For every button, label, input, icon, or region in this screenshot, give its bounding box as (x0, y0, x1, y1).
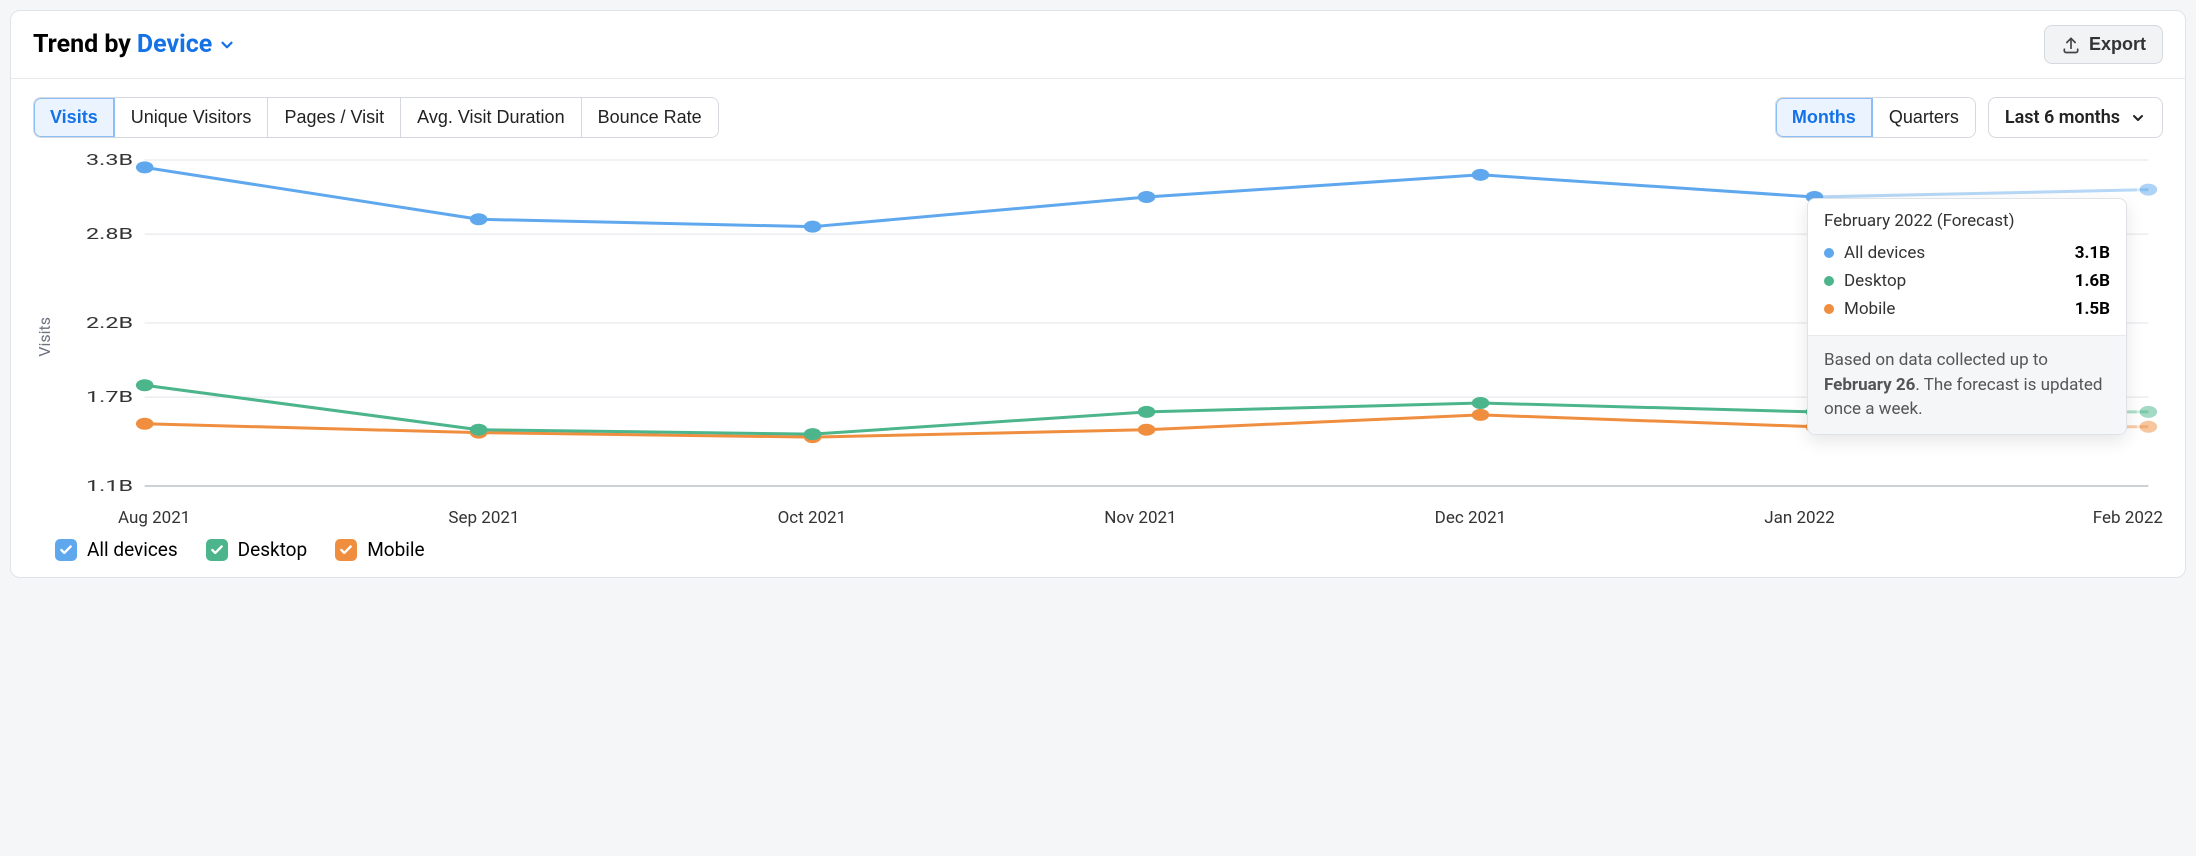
tooltip-row: Desktop 1.6B (1824, 267, 2110, 295)
date-range-select[interactable]: Last 6 months (1988, 97, 2163, 138)
x-tick-label: Jan 2022 (1764, 508, 1834, 528)
x-tick-label: Feb 2022 (2093, 508, 2163, 528)
x-axis-labels: Aug 2021 Sep 2021 Oct 2021 Nov 2021 Dec 2021… (60, 508, 2163, 528)
chart-area: Visits 3.3B 2.8B 2.2B 1.7B 1.1B Aug 2021 Sep … (33, 146, 2163, 528)
legend-checkbox-icon (55, 539, 77, 561)
svg-text:3.3B: 3.3B (86, 150, 133, 169)
metric-tab-unique-visitors[interactable]: Unique Visitors (115, 98, 269, 137)
controls-row: VisitsUnique VisitorsPages / VisitAvg. V… (33, 97, 2163, 138)
granularity-tab-months[interactable]: Months (1776, 98, 1873, 137)
legend-item-desktop[interactable]: Desktop (206, 538, 308, 561)
legend-checkbox-icon (335, 539, 357, 561)
tooltip-row: All devices 3.1B (1824, 239, 2110, 267)
tooltip-series-label: Mobile (1844, 299, 1895, 319)
tooltip-title: February 2022 (Forecast) (1808, 199, 2126, 239)
card-header: Trend by Device Export (11, 11, 2185, 79)
legend-label: Desktop (238, 538, 308, 561)
tooltip-series-value: 1.6B (2075, 271, 2110, 291)
export-button[interactable]: Export (2044, 25, 2163, 64)
export-icon (2061, 35, 2081, 55)
card-title: Trend by Device (33, 30, 236, 59)
granularity-tabs: MonthsQuarters (1775, 97, 1976, 138)
tooltip-series-label: All devices (1844, 243, 1925, 263)
controls-right: MonthsQuarters Last 6 months (1775, 97, 2163, 138)
tooltip-series-value: 1.5B (2075, 299, 2110, 319)
series-dot-icon (1824, 304, 1834, 314)
card-body: VisitsUnique VisitorsPages / VisitAvg. V… (11, 79, 2185, 577)
y-axis-title: Visits (33, 317, 56, 357)
tooltip-series-value: 3.1B (2075, 243, 2110, 263)
tooltip-footer-prefix: Based on data collected up to (1824, 350, 2048, 370)
legend: All devices Desktop Mobile (33, 538, 2163, 561)
metric-tab-visits[interactable]: Visits (34, 98, 115, 137)
x-tick-label: Oct 2021 (778, 508, 847, 528)
title-link-label: Device (137, 30, 212, 59)
svg-text:1.1B: 1.1B (86, 476, 133, 495)
legend-item-mobile[interactable]: Mobile (335, 538, 424, 561)
granularity-tab-quarters[interactable]: Quarters (1873, 98, 1975, 137)
forecast-tooltip: February 2022 (Forecast) All devices 3.1B… (1807, 198, 2127, 435)
export-label: Export (2089, 34, 2146, 55)
tooltip-series-label: Desktop (1844, 271, 1906, 291)
chevron-down-icon (218, 36, 236, 54)
legend-label: Mobile (367, 538, 424, 561)
metric-tab-pages-visit[interactable]: Pages / Visit (268, 98, 401, 137)
svg-text:1.7B: 1.7B (86, 387, 133, 406)
date-range-label: Last 6 months (2005, 107, 2120, 128)
x-tick-label: Dec 2021 (1435, 508, 1507, 528)
legend-item-all-devices[interactable]: All devices (55, 538, 178, 561)
chevron-down-icon (2130, 110, 2146, 126)
title-dimension-dropdown[interactable]: Device (137, 30, 236, 59)
chart-inner: 3.3B 2.8B 2.2B 1.7B 1.1B Aug 2021 Sep 2021 Oct… (60, 146, 2163, 528)
svg-text:2.2B: 2.2B (86, 313, 133, 332)
metric-tabs: VisitsUnique VisitorsPages / VisitAvg. V… (33, 97, 719, 138)
tooltip-row: Mobile 1.5B (1824, 295, 2110, 323)
trend-card: Trend by Device Export VisitsUnique Visi… (10, 10, 2186, 578)
tooltip-rows: All devices 3.1B Desktop 1.6B Mobile 1.5B (1808, 239, 2126, 335)
x-tick-label: Aug 2021 (118, 508, 190, 528)
tooltip-footer: Based on data collected up to February 2… (1808, 335, 2126, 434)
x-tick-label: Nov 2021 (1104, 508, 1176, 528)
svg-text:2.8B: 2.8B (86, 224, 133, 243)
legend-checkbox-icon (206, 539, 228, 561)
x-tick-label: Sep 2021 (448, 508, 519, 528)
title-prefix: Trend by (33, 30, 131, 59)
metric-tab-bounce-rate[interactable]: Bounce Rate (582, 98, 718, 137)
legend-label: All devices (87, 538, 178, 561)
series-dot-icon (1824, 276, 1834, 286)
tooltip-footer-date: February 26 (1824, 375, 1915, 395)
metric-tab-avg-visit-duration[interactable]: Avg. Visit Duration (401, 98, 581, 137)
series-dot-icon (1824, 248, 1834, 258)
